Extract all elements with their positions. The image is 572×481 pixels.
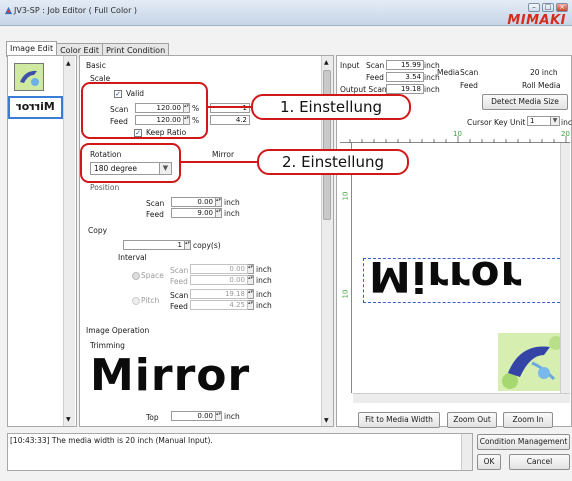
callout-lines	[181, 106, 258, 163]
callout-1: 1. Einstellung	[251, 94, 411, 120]
callout-2: 2. Einstellung	[257, 149, 409, 175]
